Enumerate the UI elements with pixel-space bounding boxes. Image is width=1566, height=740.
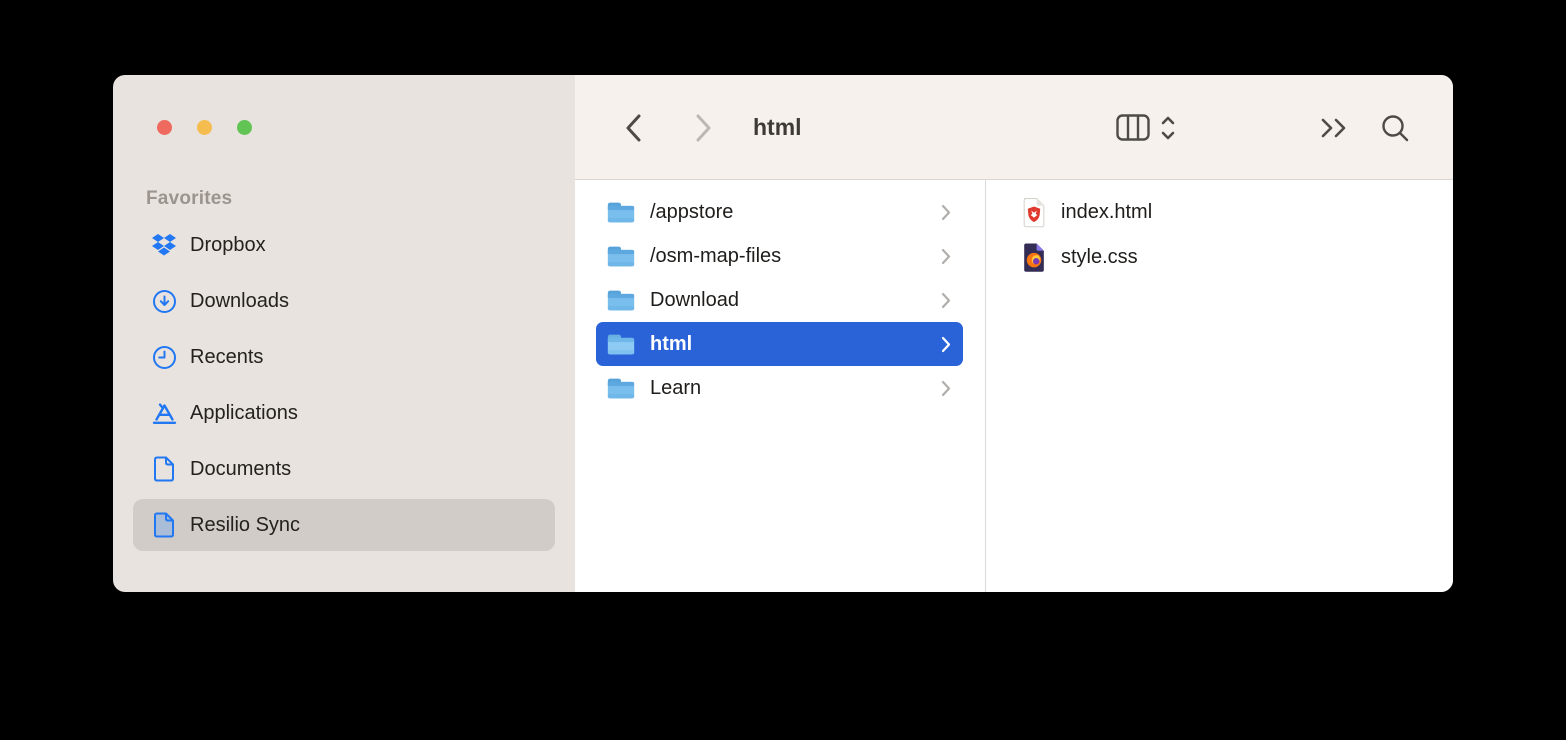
- brave-html-file-icon: [1020, 197, 1047, 228]
- folder-icon: [605, 375, 637, 402]
- double-chevron-right-icon: [1319, 116, 1351, 140]
- close-button[interactable]: [157, 120, 172, 135]
- sidebar-item-label: Resilio Sync: [190, 514, 300, 537]
- folder-label: /osm-map-files: [650, 245, 941, 268]
- sidebar-item-label: Downloads: [190, 290, 289, 313]
- firefox-css-file-icon: [1020, 242, 1047, 273]
- sidebar-item-label: Recents: [190, 346, 263, 369]
- sidebar-section-title: Favorites: [146, 188, 232, 210]
- toolbar: html: [575, 75, 1453, 180]
- back-button[interactable]: [615, 75, 651, 180]
- chevron-right-icon: [941, 292, 951, 309]
- forward-button[interactable]: [685, 75, 721, 180]
- chevron-right-icon: [941, 204, 951, 221]
- file-row-style-css[interactable]: style.css: [986, 235, 1453, 280]
- column-view: /appstore /osm-map-files: [575, 180, 1453, 592]
- sidebar-item-dropbox[interactable]: Dropbox: [133, 219, 555, 271]
- sidebar-item-label: Applications: [190, 402, 298, 425]
- folder-icon: [605, 287, 637, 314]
- applications-icon: [151, 400, 177, 426]
- sidebar-item-downloads[interactable]: Downloads: [133, 275, 555, 327]
- chevron-left-icon: [625, 113, 642, 143]
- minimize-button[interactable]: [197, 120, 212, 135]
- folder-row-download[interactable]: Download: [596, 278, 963, 322]
- chevron-right-icon: [941, 380, 951, 397]
- folder-icon: [605, 199, 637, 226]
- folder-row-learn[interactable]: Learn: [596, 366, 963, 410]
- view-mode-button[interactable]: [1107, 75, 1185, 180]
- chevron-right-icon: [941, 248, 951, 265]
- file-row-index-html[interactable]: index.html: [986, 190, 1453, 235]
- sidebar-item-documents[interactable]: Documents: [133, 443, 555, 495]
- sidebar-item-label: Dropbox: [190, 234, 266, 257]
- folder-row-appstore[interactable]: /appstore: [596, 190, 963, 234]
- zoom-button[interactable]: [237, 120, 252, 135]
- column-children: index.html style.css: [986, 180, 1453, 592]
- main-area: html: [575, 75, 1453, 592]
- folder-label: /appstore: [650, 201, 941, 224]
- toolbar-title: html: [753, 75, 802, 180]
- file-label: index.html: [1061, 201, 1152, 224]
- finder-window: Favorites Dropbox: [113, 75, 1453, 592]
- sidebar-item-applications[interactable]: Applications: [133, 387, 555, 439]
- folder-label: Learn: [650, 377, 941, 400]
- folder-row-html[interactable]: html: [596, 322, 963, 366]
- documents-icon: [151, 456, 177, 482]
- dropbox-icon: [151, 232, 177, 258]
- chevron-right-icon: [695, 113, 712, 143]
- column-view-icon: [1116, 114, 1150, 141]
- sidebar-item-recents[interactable]: Recents: [133, 331, 555, 383]
- chevron-up-down-icon: [1160, 115, 1176, 141]
- sidebar: Favorites Dropbox: [113, 75, 575, 592]
- column-parent: /appstore /osm-map-files: [575, 180, 986, 592]
- sidebar-list: Dropbox Downloads Rece: [113, 219, 575, 555]
- folder-label: Download: [650, 289, 941, 312]
- chevron-right-icon: [941, 336, 951, 353]
- sidebar-item-label: Documents: [190, 458, 291, 481]
- window-controls: [157, 120, 252, 135]
- folder-icon: [605, 331, 637, 358]
- resilio-sync-icon: [151, 512, 177, 538]
- folder-icon: [605, 243, 637, 270]
- folder-label: html: [650, 333, 941, 356]
- sidebar-item-resilio-sync[interactable]: Resilio Sync: [133, 499, 555, 551]
- folder-row-osm-map-files[interactable]: /osm-map-files: [596, 234, 963, 278]
- search-button[interactable]: [1373, 75, 1417, 180]
- file-label: style.css: [1061, 246, 1138, 269]
- more-toolbar-items-button[interactable]: [1313, 75, 1357, 180]
- recents-icon: [151, 344, 177, 370]
- downloads-icon: [151, 288, 177, 314]
- search-icon: [1380, 113, 1410, 143]
